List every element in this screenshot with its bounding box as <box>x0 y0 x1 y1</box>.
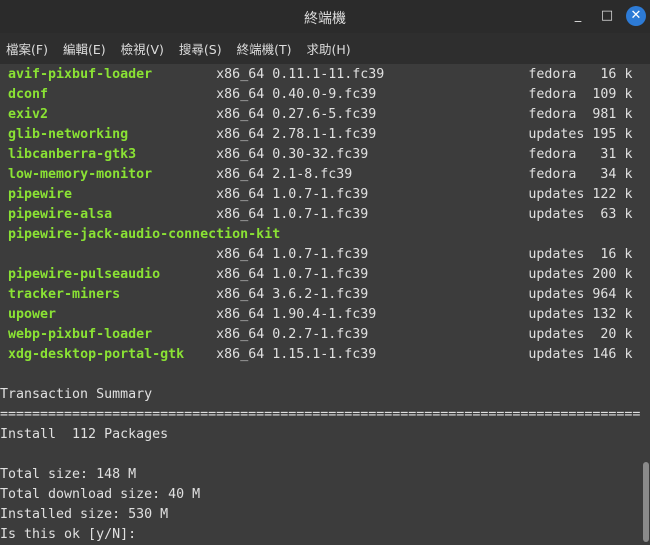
package-row: avif-pixbuf-loader x86_64 0.11.1-11.fc39… <box>8 67 633 82</box>
package-row: pipewire x86_64 1.0.7-1.fc39 updates 122… <box>8 187 633 202</box>
total-size: Total size: 148 M <box>0 467 137 482</box>
package-name: upower <box>8 307 57 322</box>
maximize-button[interactable]: □ <box>597 6 617 26</box>
package-name: xdg-desktop-portal-gtk <box>8 347 185 362</box>
package-name: low-memory-monitor <box>8 167 153 182</box>
package-row: pipewire-jack-audio-connection-kit <box>0 225 640 245</box>
package-name: avif-pixbuf-loader <box>8 67 153 82</box>
package-row: webp-pixbuf-loader x86_64 0.2.7-1.fc39 u… <box>8 327 633 342</box>
package-row: tracker-miners x86_64 3.6.2-1.fc39 updat… <box>8 287 633 302</box>
package-row: pipewire-pulseaudio x86_64 1.0.7-1.fc39 … <box>8 267 633 282</box>
package-name: pipewire-pulseaudio <box>8 267 161 282</box>
package-row: pipewire-alsa x86_64 1.0.7-1.fc39 update… <box>8 207 633 222</box>
terminal-output[interactable]: avif-pixbuf-loader x86_64 0.11.1-11.fc39… <box>0 65 640 545</box>
summary-heading: Transaction Summary <box>0 387 153 402</box>
package-row: upower x86_64 1.90.4-1.fc39 updates 132 … <box>8 307 633 322</box>
package-row: low-memory-monitor x86_64 2.1-8.fc39 fed… <box>8 167 633 182</box>
menu-search[interactable]: 搜尋(S) <box>179 39 222 58</box>
package-name: pipewire-jack-audio-connection-kit <box>8 227 281 242</box>
installed-size: Installed size: 530 M <box>0 507 169 522</box>
package-list: avif-pixbuf-loader x86_64 0.11.1-11.fc39… <box>0 65 640 365</box>
confirm-prompt[interactable]: Is this ok [y/N]: <box>0 525 640 545</box>
menu-help[interactable]: 求助(H) <box>307 39 351 58</box>
package-name: webp-pixbuf-loader <box>8 327 153 342</box>
package-row: exiv2 x86_64 0.27.6-5.fc39 fedora 981 k <box>8 107 633 122</box>
package-row: dconf x86_64 0.40.0-9.fc39 fedora 109 k <box>8 87 633 102</box>
menu-file[interactable]: 檔案(F) <box>6 39 48 58</box>
menu-bar: 檔案(F) 編輯(E) 檢視(V) 搜尋(S) 終端機(T) 求助(H) <box>0 33 650 64</box>
package-name: dconf <box>8 87 49 102</box>
package-name: libcanberra-gtk3 <box>8 147 137 162</box>
package-name: glib-networking <box>8 127 129 142</box>
download-size: Total download size: 40 M <box>0 487 201 502</box>
package-row: glib-networking x86_64 2.78.1-1.fc39 upd… <box>8 127 633 142</box>
package-name: pipewire-alsa <box>8 207 113 222</box>
package-row: x86_64 1.0.7-1.fc39 updates 16 k <box>216 247 633 262</box>
package-name: exiv2 <box>8 107 49 122</box>
close-button[interactable]: ✕ <box>626 6 646 26</box>
package-name: tracker-miners <box>8 287 121 302</box>
package-row: xdg-desktop-portal-gtk x86_64 1.15.1-1.f… <box>8 347 633 362</box>
package-row: libcanberra-gtk3 x86_64 0.30-32.fc39 fed… <box>8 147 633 162</box>
install-count: Install 112 Packages <box>0 427 169 442</box>
menu-terminal[interactable]: 終端機(T) <box>237 39 292 58</box>
menu-edit[interactable]: 編輯(E) <box>63 39 106 58</box>
window-title: 終端機 <box>304 11 346 27</box>
scrollbar[interactable] <box>643 462 649 542</box>
title-bar: 終端機 _ □ ✕ <box>0 0 650 33</box>
menu-view[interactable]: 檢視(V) <box>121 39 164 58</box>
minimize-button[interactable]: _ <box>568 6 588 26</box>
summary-separator: ========================================… <box>0 407 641 422</box>
package-name: pipewire <box>8 187 73 202</box>
